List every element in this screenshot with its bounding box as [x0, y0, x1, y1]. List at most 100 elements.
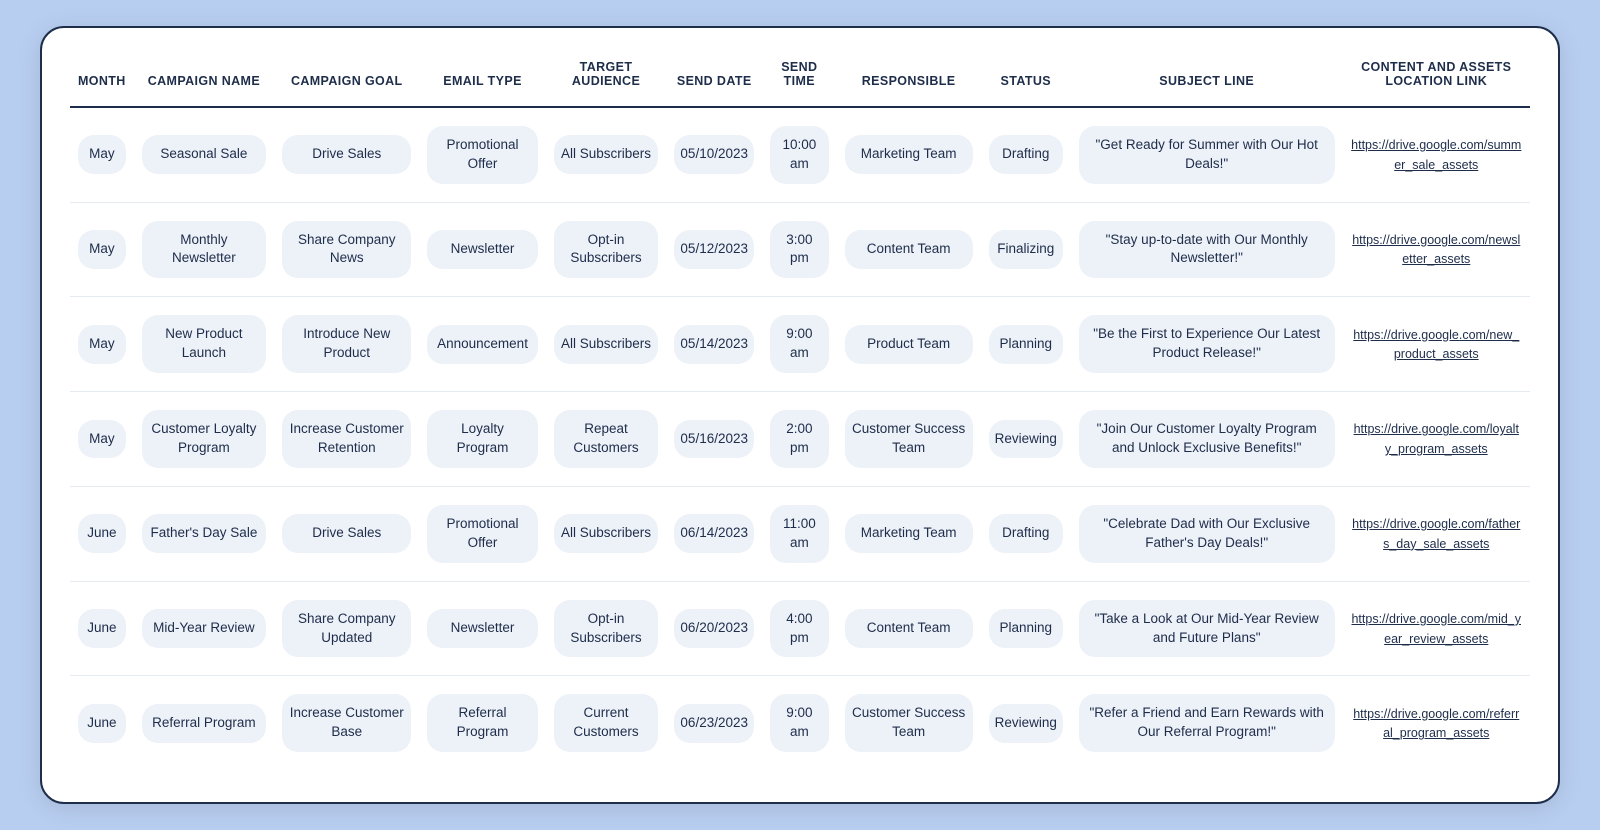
email-type-cell: Promotional Offer — [419, 107, 545, 202]
status-pill: Drafting — [989, 135, 1063, 174]
campaign-name-cell: Father's Day Sale — [134, 486, 274, 581]
target-audience-pill: Opt-in Subscribers — [554, 600, 659, 658]
target-audience-cell: Opt-in Subscribers — [546, 202, 667, 297]
campaign-name-cell: New Product Launch — [134, 297, 274, 392]
subject-line-cell: "Get Ready for Summer with Our Hot Deals… — [1071, 107, 1343, 202]
send-time-pill: 3:00 pm — [770, 221, 829, 279]
month-cell: May — [70, 202, 134, 297]
campaign-goal-cell: Drive Sales — [274, 107, 419, 202]
campaign-name-pill: Mid-Year Review — [142, 609, 266, 648]
status-pill: Finalizing — [989, 230, 1063, 269]
send-date-pill: 05/16/2023 — [674, 420, 754, 459]
month-cell: May — [70, 392, 134, 487]
responsible-cell: Product Team — [837, 297, 981, 392]
content-link[interactable]: https://drive.google.com/mid_year_review… — [1351, 612, 1521, 646]
send-time-pill: 4:00 pm — [770, 600, 829, 658]
send-time-cell: 4:00 pm — [762, 581, 837, 676]
email-type-cell: Newsletter — [419, 581, 545, 676]
campaign-name-cell: Seasonal Sale — [134, 107, 274, 202]
responsible-cell: Content Team — [837, 202, 981, 297]
status-pill: Drafting — [989, 514, 1063, 553]
status-cell: Drafting — [981, 486, 1071, 581]
table-row: May Seasonal Sale Drive Sales Promotional O… — [70, 107, 1530, 202]
target-audience-cell: Repeat Customers — [546, 392, 667, 487]
email-type-cell: Promotional Offer — [419, 486, 545, 581]
status-cell: Planning — [981, 581, 1071, 676]
status-cell: Finalizing — [981, 202, 1071, 297]
send-date-cell: 05/12/2023 — [666, 202, 762, 297]
content-link[interactable]: https://drive.google.com/fathers_day_sal… — [1352, 517, 1520, 551]
status-pill: Planning — [989, 609, 1063, 648]
campaign-name-pill: Customer Loyalty Program — [142, 410, 266, 468]
month-cell: June — [70, 486, 134, 581]
month-pill: May — [78, 325, 126, 364]
table-row: JuneReferral ProgramIncrease Customer Ba… — [70, 676, 1530, 770]
status-cell: Drafting — [981, 107, 1071, 202]
responsible-cell: Marketing Team — [837, 107, 981, 202]
send-time-cell: 9:00 am — [762, 676, 837, 770]
subject-line-pill: "Join Our Customer Loyalty Program and U… — [1079, 410, 1335, 468]
responsible-pill: Product Team — [845, 325, 973, 364]
send-date-cell: 06/23/2023 — [666, 676, 762, 770]
target-audience-cell: All Subscribers — [546, 486, 667, 581]
target-audience-pill: Current Customers — [554, 694, 659, 752]
month-cell: June — [70, 676, 134, 770]
month-pill: May — [78, 135, 126, 174]
email-type-cell: Newsletter — [419, 202, 545, 297]
column-header: CAMPAIGN NAME — [134, 60, 274, 107]
send-time-cell: 3:00 pm — [762, 202, 837, 297]
table-row: JuneMid-Year ReviewShare Company Updated… — [70, 581, 1530, 676]
column-header: STATUS — [981, 60, 1071, 107]
column-header: MONTH — [70, 60, 134, 107]
send-date-pill: 05/14/2023 — [674, 325, 754, 364]
table-row: MayCustomer Loyalty Program Increase Cust… — [70, 392, 1530, 487]
content-link-cell[interactable]: https://drive.google.com/summer_sale_ass… — [1343, 107, 1530, 202]
content-link[interactable]: https://drive.google.com/loyalty_program… — [1354, 422, 1519, 456]
status-pill: Planning — [989, 325, 1063, 364]
campaign-goal-cell: Increase Customer Base — [274, 676, 419, 770]
content-link[interactable]: https://drive.google.com/newsletter_asse… — [1352, 233, 1520, 267]
column-header: EMAIL TYPE — [419, 60, 545, 107]
send-time-cell: 11:00 am — [762, 486, 837, 581]
send-date-pill: 06/20/2023 — [674, 609, 754, 648]
responsible-cell: Content Team — [837, 581, 981, 676]
content-link-cell[interactable]: https://drive.google.com/mid_year_review… — [1343, 581, 1530, 676]
column-header: SUBJECT LINE — [1071, 60, 1343, 107]
column-header: CAMPAIGN GOAL — [274, 60, 419, 107]
content-link-cell[interactable]: https://drive.google.com/fathers_day_sal… — [1343, 486, 1530, 581]
content-link-cell[interactable]: https://drive.google.com/referral_progra… — [1343, 676, 1530, 770]
email-type-pill: Promotional Offer — [427, 126, 537, 184]
send-date-pill: 05/10/2023 — [674, 135, 754, 174]
status-cell: Planning — [981, 297, 1071, 392]
campaign-goal-cell: Increase Customer Retention — [274, 392, 419, 487]
subject-line-pill: "Celebrate Dad with Our Exclusive Father… — [1079, 505, 1335, 563]
email-type-pill: Announcement — [427, 325, 537, 364]
content-link-cell[interactable]: https://drive.google.com/new_product_ass… — [1343, 297, 1530, 392]
content-link-cell[interactable]: https://drive.google.com/newsletter_asse… — [1343, 202, 1530, 297]
target-audience-cell: All Subscribers — [546, 297, 667, 392]
content-link[interactable]: https://drive.google.com/referral_progra… — [1353, 707, 1519, 741]
email-type-cell: Announcement — [419, 297, 545, 392]
campaign-goal-pill: Increase Customer Retention — [282, 410, 411, 468]
send-date-cell: 05/10/2023 — [666, 107, 762, 202]
campaign-goal-pill: Share Company Updated — [282, 600, 411, 658]
campaign-goal-pill: Drive Sales — [282, 135, 411, 174]
send-time-pill: 9:00 am — [770, 694, 829, 752]
main-card: MONTHCAMPAIGN NAMECAMPAIGN GOALEMAIL TYP… — [40, 26, 1560, 804]
campaign-name-pill: Seasonal Sale — [142, 135, 266, 174]
content-link[interactable]: https://drive.google.com/summer_sale_ass… — [1351, 138, 1521, 172]
target-audience-pill: All Subscribers — [554, 325, 659, 364]
responsible-pill: Customer Success Team — [845, 410, 973, 468]
target-audience-cell: Current Customers — [546, 676, 667, 770]
month-pill: June — [78, 514, 126, 553]
subject-line-cell: "Join Our Customer Loyalty Program and U… — [1071, 392, 1343, 487]
column-header: SEND TIME — [762, 60, 837, 107]
content-link[interactable]: https://drive.google.com/new_product_ass… — [1353, 328, 1519, 362]
content-link-cell[interactable]: https://drive.google.com/loyalty_program… — [1343, 392, 1530, 487]
status-pill: Reviewing — [989, 420, 1063, 459]
subject-line-cell: "Take a Look at Our Mid-Year Review and … — [1071, 581, 1343, 676]
campaign-name-pill: New Product Launch — [142, 315, 266, 373]
campaign-name-cell: Customer Loyalty Program — [134, 392, 274, 487]
campaign-name-pill: Referral Program — [142, 704, 266, 743]
campaign-goal-pill: Share Company News — [282, 221, 411, 279]
